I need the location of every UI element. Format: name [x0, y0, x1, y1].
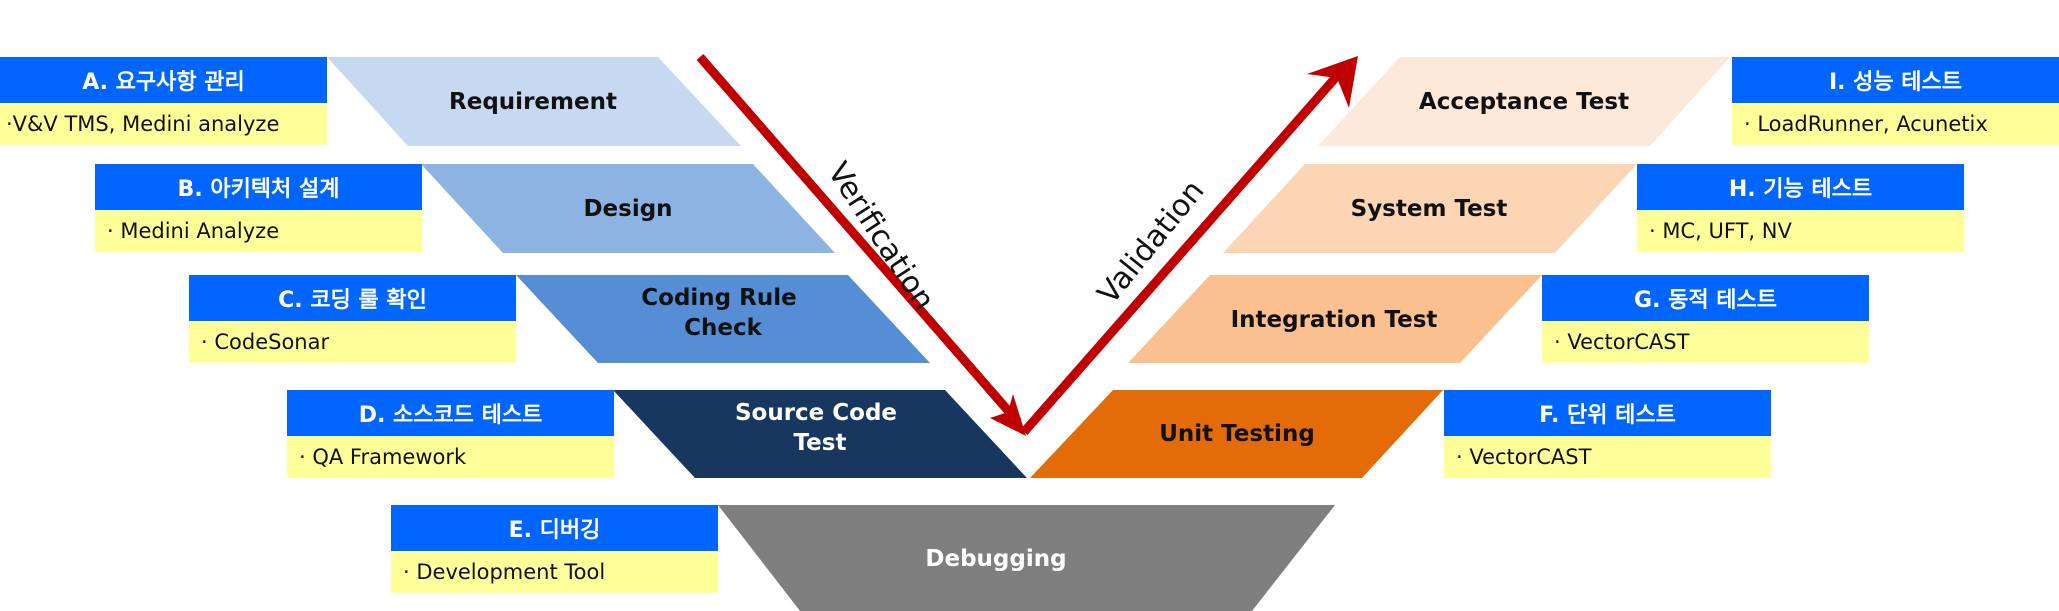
tool-box-d: D. 소스코드 테스트 · QA Framework	[287, 390, 614, 478]
tool-box-tools: · VectorCAST	[1542, 321, 1869, 363]
tool-box-tools: · CodeSonar	[189, 321, 516, 363]
tool-box-h: H. 기능 테스트 · MC, UFT, NV	[1637, 164, 1964, 252]
tool-box-title: G. 동적 테스트	[1542, 275, 1869, 321]
tool-box-tools: · Development Tool	[391, 551, 718, 593]
design-label: Design	[583, 196, 672, 222]
stage-acceptance-test: Acceptance Test	[1318, 57, 1730, 146]
tool-box-title: E. 디버깅	[391, 505, 718, 551]
requirement-label: Requirement	[449, 89, 617, 115]
tool-box-title: D. 소스코드 테스트	[287, 390, 614, 436]
debugging-label: Debugging	[925, 546, 1066, 572]
tool-box-tools: · VectorCAST	[1444, 436, 1771, 478]
tool-box-e: E. 디버깅 · Development Tool	[391, 505, 718, 593]
tool-box-f: F. 단위 테스트 · VectorCAST	[1444, 390, 1771, 478]
tool-box-title: C. 코딩 룰 확인	[189, 275, 516, 321]
stage-design: Design	[421, 164, 835, 253]
integration-test-label: Integration Test	[1231, 307, 1438, 333]
tool-box-title: F. 단위 테스트	[1444, 390, 1771, 436]
stage-coding-rule-check: Coding Rule Check	[516, 275, 930, 363]
stage-requirement: Requirement	[327, 57, 741, 146]
system-test-label: System Test	[1351, 196, 1508, 222]
tool-box-title: H. 기능 테스트	[1637, 164, 1964, 210]
tool-box-title: I. 성능 테스트	[1732, 57, 2059, 103]
stage-debugging: Debugging	[718, 505, 1335, 611]
tool-box-title: A. 요구사항 관리	[0, 57, 327, 103]
tool-box-c: C. 코딩 룰 확인 · CodeSonar	[189, 275, 516, 363]
stage-system-test: System Test	[1223, 164, 1637, 253]
acceptance-test-label: Acceptance Test	[1419, 89, 1629, 115]
tool-box-tools: ·V&V TMS, Medini analyze	[0, 103, 327, 145]
tool-box-title: B. 아키텍처 설계	[95, 164, 422, 210]
tool-box-i: I. 성능 테스트 · LoadRunner, Acunetix	[1732, 57, 2059, 145]
stage-unit-testing: Unit Testing	[1030, 390, 1443, 478]
tool-box-g: G. 동적 테스트 · VectorCAST	[1542, 275, 1869, 363]
tool-box-b: B. 아키텍처 설계 · Medini Analyze	[95, 164, 422, 252]
tool-box-tools: · MC, UFT, NV	[1637, 210, 1964, 252]
unit-testing-label: Unit Testing	[1159, 421, 1315, 447]
stage-source-code-test: Source Code Test	[613, 390, 1027, 478]
tool-box-tools: · LoadRunner, Acunetix	[1732, 103, 2059, 145]
stage-integration-test: Integration Test	[1128, 275, 1542, 363]
tool-box-tools: · QA Framework	[287, 436, 614, 478]
tool-box-a: A. 요구사항 관리 ·V&V TMS, Medini analyze	[0, 57, 327, 145]
tool-box-tools: · Medini Analyze	[95, 210, 422, 252]
